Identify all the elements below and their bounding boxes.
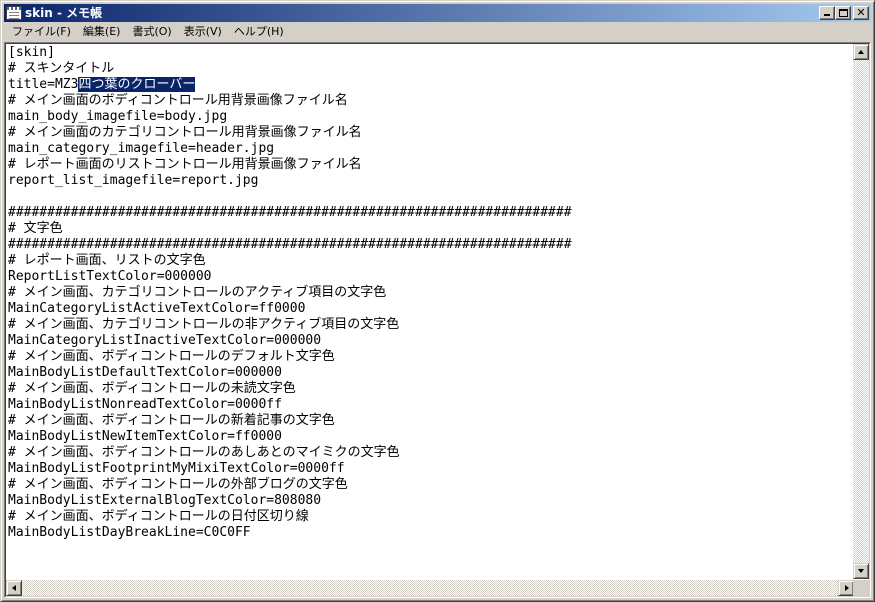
menu-file[interactable]: ファイル(F) [6, 23, 77, 41]
title-bar[interactable]: skin - メモ帳 ✕ [4, 4, 871, 22]
menu-format[interactable]: 書式(O) [126, 23, 177, 41]
notepad-icon[interactable] [6, 6, 22, 20]
text-line: ########################################… [8, 205, 572, 220]
size-box [853, 580, 869, 596]
scroll-down-button[interactable] [853, 563, 869, 579]
text-line: # メイン画面、ボディコントロールの日付区切り線 [8, 509, 309, 524]
arrow-down-icon [858, 569, 864, 573]
maximize-icon [839, 9, 848, 17]
window-title: skin - メモ帳 [25, 6, 103, 20]
text-line: MainBodyListExternalBlogTextColor=808080 [8, 493, 322, 508]
text-line: ########################################… [8, 237, 572, 252]
text-line [8, 189, 854, 205]
text-line: ReportListTextColor=000000 [8, 269, 212, 284]
text-line: MainBodyListDefaultTextColor=000000 [8, 365, 282, 380]
vertical-scrollbar[interactable] [853, 44, 869, 579]
text-line-title-prefix: title=MZ3 [8, 77, 79, 92]
editor-frame: [skin] # スキンタイトル title=MZ3四つ葉のクローバー # メイ… [4, 42, 871, 598]
text-area[interactable]: [skin] # スキンタイトル title=MZ3四つ葉のクローバー # メイ… [6, 44, 854, 579]
text-line: MainCategoryListActiveTextColor=ff0000 [8, 301, 306, 316]
text-line: MainCategoryListInactiveTextColor=000000 [8, 333, 322, 348]
text-line: # スキンタイトル [8, 61, 115, 76]
text-line: # メイン画面、ボディコントロールの外部ブログの文字色 [8, 477, 348, 492]
maximize-button[interactable] [835, 6, 851, 20]
text-line: # メイン画面、ボディコントロールの新着記事の文字色 [8, 413, 335, 428]
scroll-right-button[interactable] [838, 580, 854, 596]
selected-text[interactable]: 四つ葉のクローバー [78, 77, 196, 92]
text-line: MainBodyListNewItemTextColor=ff0000 [8, 429, 282, 444]
text-line: MainBodyListDayBreakLine=C0C0FF [8, 525, 251, 540]
close-button[interactable]: ✕ [853, 6, 869, 20]
menu-help[interactable]: ヘルプ(H) [228, 23, 290, 41]
text-line: # レポート画面、リストの文字色 [8, 253, 206, 268]
menu-bar: ファイル(F) 編集(E) 書式(O) 表示(V) ヘルプ(H) [4, 22, 871, 41]
text-line: # メイン画面、ボディコントロールのデフォルト文字色 [8, 349, 335, 364]
text-line: MainBodyListFootprintMyMixiTextColor=000… [8, 461, 345, 476]
text-line: # メイン画面のボディコントロール用背景画像ファイル名 [8, 93, 348, 108]
text-line: MainBodyListNonreadTextColor=0000ff [8, 397, 282, 412]
menu-edit[interactable]: 編集(E) [77, 23, 127, 41]
text-line: [skin] [8, 45, 55, 60]
text-line: # レポート画面のリストコントロール用背景画像ファイル名 [8, 157, 362, 172]
arrow-right-icon [845, 585, 849, 591]
menu-view[interactable]: 表示(V) [178, 23, 228, 41]
text-line: # 文字色 [8, 221, 63, 236]
text-line: main_body_imagefile=body.jpg [8, 109, 228, 124]
minimize-button[interactable] [819, 6, 835, 20]
arrow-up-icon [858, 50, 864, 54]
text-line-title: title=MZ3四つ葉のクローバー [8, 77, 854, 93]
text-line: # メイン画面、ボディコントロールのあしあとのマイミクの文字色 [8, 445, 400, 460]
text-line: # メイン画面、ボディコントロールの未読文字色 [8, 381, 296, 396]
editor: [skin] # スキンタイトル title=MZ3四つ葉のクローバー # メイ… [5, 43, 870, 597]
scroll-up-button[interactable] [853, 44, 869, 60]
text-line: # メイン画面、カテゴリコントロールの非アクティブ項目の文字色 [8, 317, 400, 332]
text-line: # メイン画面、カテゴリコントロールのアクティブ項目の文字色 [8, 285, 387, 300]
horizontal-scrollbar[interactable] [6, 580, 854, 596]
close-icon: ✕ [856, 6, 866, 19]
caption-buttons: ✕ [819, 6, 869, 20]
text-line: main_category_imagefile=header.jpg [8, 141, 275, 156]
text-line: # メイン画面のカテゴリコントロール用背景画像ファイル名 [8, 125, 362, 140]
minimize-icon [824, 14, 830, 16]
scroll-left-button[interactable] [6, 580, 22, 596]
arrow-left-icon [12, 585, 16, 591]
text-line: report_list_imagefile=report.jpg [8, 173, 259, 188]
notepad-window: skin - メモ帳 ✕ ファイル(F) 編集(E) 書式(O) 表示(V) ヘ… [0, 0, 875, 602]
